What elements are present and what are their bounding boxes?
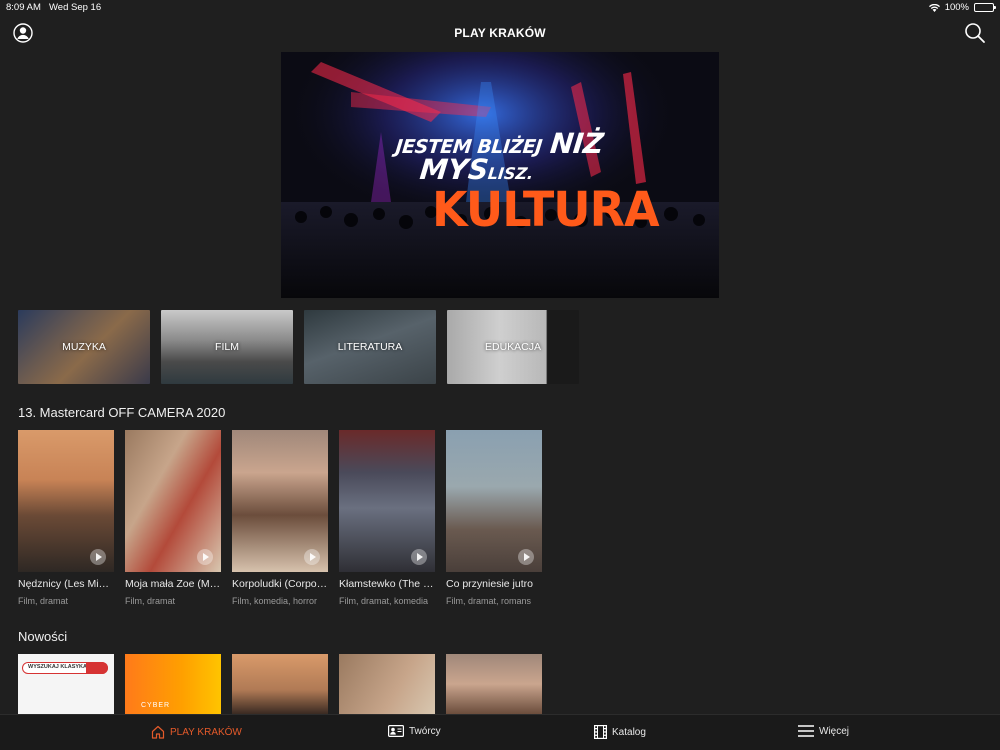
movie-title: Korpoludki (Corporate Animals) (232, 578, 328, 590)
movie-title: Moja mała Zoe (My Zoe) (125, 578, 221, 590)
new-card[interactable]: WYSZUKAJ KLASYKA (18, 654, 114, 714)
film-icon (594, 725, 607, 739)
movie-poster (125, 430, 221, 572)
movie-genre: Film, dramat, komedia (339, 596, 429, 606)
search-tile-pill: WYSZUKAJ KLASYKA (22, 662, 108, 674)
new-poster: WYSZUKAJ KLASYKA (18, 654, 114, 714)
hero-banner[interactable]: JESTEM BLIŻEJ NIŻ MYSLISZ. KULTURA (281, 52, 719, 298)
movie-genre: Film, dramat, romans (446, 596, 532, 606)
movie-title: Co przyniesie jutro (446, 578, 533, 590)
tab-label: Katalog (612, 726, 646, 738)
status-date: Wed Sep 16 (49, 2, 102, 13)
battery-percent: 100% (944, 2, 969, 13)
status-time: 8:09 AM (6, 2, 41, 13)
cyber-tile-text: CYBER (141, 702, 171, 709)
hero-text: JESTEM BLIŻEJ NIŻ MYSLISZ. KULTURA (395, 127, 660, 238)
play-icon[interactable] (304, 549, 320, 565)
movie-poster (232, 430, 328, 572)
section-title-off-camera: 13. Mastercard OFF CAMERA 2020 (18, 405, 226, 420)
menu-icon (798, 725, 814, 737)
new-card[interactable] (232, 654, 328, 714)
play-icon[interactable] (197, 549, 213, 565)
movie-genre: Film, komedia, horror (232, 596, 318, 606)
new-poster (446, 654, 542, 714)
movie-card[interactable]: Nędznicy (Les Misérables) Film, dramat (18, 430, 114, 606)
movie-genre: Film, dramat (125, 596, 176, 606)
tab-tworcy[interactable]: Twórcy (388, 725, 441, 737)
status-right: 100% (928, 2, 996, 13)
category-tile-edukacja[interactable]: EDUKACJA (447, 310, 579, 384)
movie-title: Nędznicy (Les Misérables) (18, 578, 114, 590)
movie-poster (446, 430, 542, 572)
new-poster (339, 654, 435, 714)
top-bar: PLAY KRAKÓW (0, 16, 1000, 50)
movie-row-off-camera: Nędznicy (Les Misérables) Film, dramat M… (18, 430, 542, 606)
movie-card[interactable]: Kłamstewko (The Farewell) Film, dramat, … (339, 430, 435, 606)
tab-katalog[interactable]: Katalog (594, 725, 646, 739)
search-icon[interactable] (964, 22, 986, 44)
wifi-icon (928, 3, 940, 12)
tab-label: Więcej (819, 725, 850, 737)
movie-card[interactable]: Moja mała Zoe (My Zoe) Film, dramat (125, 430, 221, 606)
category-tile-film[interactable]: FILM (161, 310, 293, 384)
status-bar: 8:09 AM Wed Sep 16 100% (0, 0, 1000, 16)
movie-genre: Film, dramat (18, 596, 69, 606)
category-tile-literatura[interactable]: LITERATURA (304, 310, 436, 384)
tab-label: PLAY KRAKÓW (170, 726, 242, 738)
tab-wiecej[interactable]: Więcej (798, 725, 849, 737)
movie-card[interactable]: Co przyniesie jutro Film, dramat, romans (446, 430, 542, 606)
tab-bar: PLAY KRAKÓW Twórcy Katalog Więcej (0, 714, 1000, 750)
category-tile-muzyka[interactable]: MUZYKA (18, 310, 150, 384)
category-label: FILM (215, 341, 239, 353)
movie-row-nowosci: WYSZUKAJ KLASYKA CYBER (18, 654, 542, 714)
play-icon[interactable] (518, 549, 534, 565)
new-card[interactable]: CYBER (125, 654, 221, 714)
tab-home[interactable]: PLAY KRAKÓW (151, 725, 242, 739)
movie-title: Kłamstewko (The Farewell) (339, 578, 435, 590)
tab-label: Twórcy (409, 725, 441, 737)
home-icon (151, 725, 165, 739)
battery-icon (974, 3, 996, 12)
search-tile-text: WYSZUKAJ KLASYKA (28, 664, 87, 670)
category-label: LITERATURA (337, 341, 403, 353)
category-row: MUZYKA FILM LITERATURA EDUKACJA (18, 310, 579, 384)
search-icon (86, 662, 108, 674)
movie-card[interactable]: Korpoludki (Corporate Animals) Film, kom… (232, 430, 328, 606)
category-label: EDUKACJA (484, 341, 541, 353)
category-label: MUZYKA (62, 341, 106, 353)
movie-poster (18, 430, 114, 572)
page-title: PLAY KRAKÓW (454, 26, 546, 40)
new-poster (232, 654, 328, 714)
contacts-icon (388, 725, 404, 737)
new-poster: CYBER (125, 654, 221, 714)
new-card[interactable] (446, 654, 542, 714)
new-card[interactable] (339, 654, 435, 714)
hero-line3: KULTURA (432, 180, 660, 238)
movie-poster (339, 430, 435, 572)
play-icon[interactable] (411, 549, 427, 565)
play-icon[interactable] (90, 549, 106, 565)
section-title-nowosci: Nowości (18, 629, 68, 644)
